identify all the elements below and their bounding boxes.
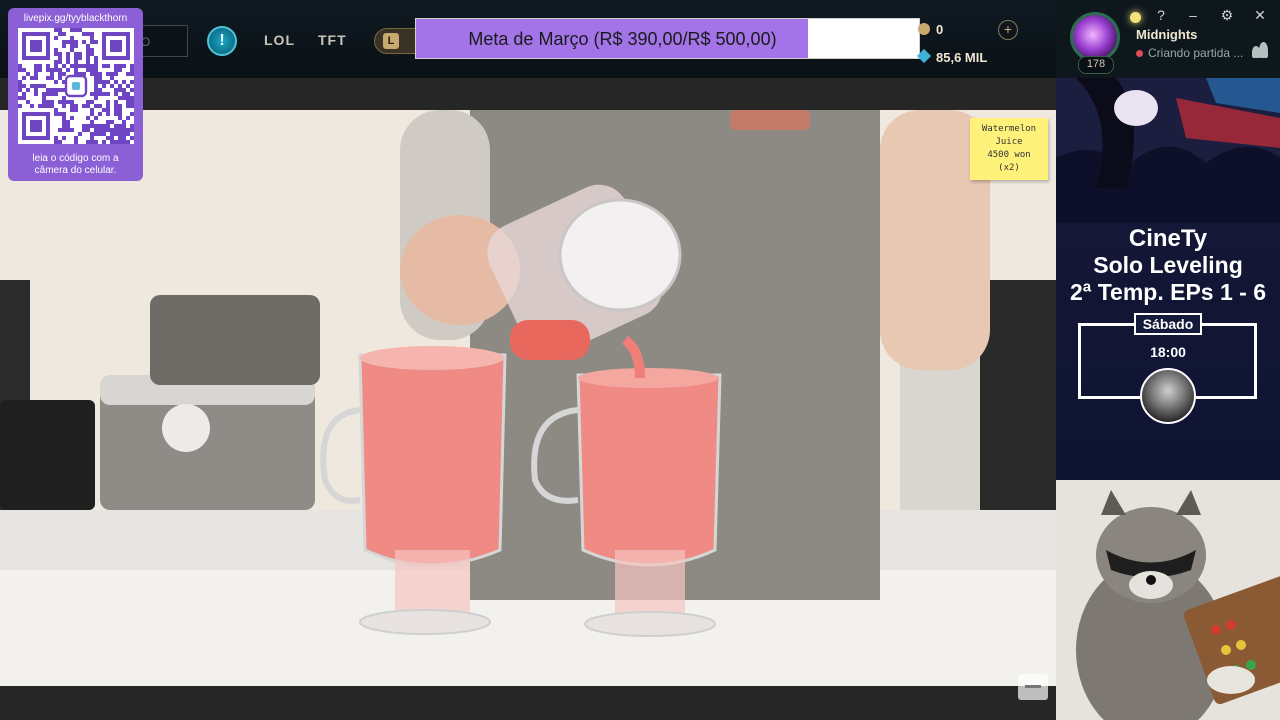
donation-goal-bar: Meta de Março (R$ 390,00/R$ 500,00) [415,18,920,59]
schedule-day: Sábado [1134,313,1202,335]
note-line: Watermelon [981,124,1037,134]
promo-show: Solo Leveling [1093,252,1243,278]
video-frame [0,110,1056,686]
avatar[interactable] [1070,12,1120,62]
blue-essence-icon [916,48,932,64]
status-text: Criando partida ... [1136,46,1243,60]
minimize-icon[interactable]: – [1185,7,1201,23]
nav-tab-lol[interactable]: LOL [264,32,295,48]
promo-title: CineTy Solo Leveling 2ª Temp. EPs 1 - 6 [1056,225,1280,306]
host-avatar [1140,368,1196,424]
anime-artwork [1056,78,1280,223]
riot-points[interactable]: 0 [918,22,943,37]
qr-code [18,28,134,144]
close-icon[interactable]: ✕ [1252,7,1268,24]
promo-episodes: 2ª Temp. EPs 1 - 6 [1070,279,1266,305]
settings-icon[interactable]: ⚙ [1219,7,1235,24]
stream-video [0,78,1056,720]
goal-label: Meta de Março (R$ 390,00/R$ 500,00) [468,29,777,49]
profile-panel: 178 Midnights Criando partida ... ? – ⚙ … [1056,0,1280,79]
status-dot [1136,50,1143,57]
stream-schedule-promo: CineTy Solo Leveling 2ª Temp. EPs 1 - 6 … [1056,78,1280,480]
note-line: Juice [995,137,1023,147]
friends-icon[interactable] [1252,42,1268,58]
riot-points-icon [918,23,930,35]
league-icon: L [383,33,399,49]
note-line: 4500 won [987,150,1031,160]
promo-brand: CineTy [1128,225,1208,252]
schedule-time: 18:00 [1150,344,1186,360]
riot-points-value: 0 [936,22,944,37]
qr-hint: leia o código com a câmera do celular. [32,153,119,176]
summoner-level: 178 [1078,56,1114,74]
price-sticky-note: Watermelon Juice 4500 won (x2) [970,118,1048,180]
donation-url: livepix.gg/tyyblackthorn [23,13,128,24]
help-icon[interactable]: ? [1153,7,1169,23]
lightbulb-icon [1130,12,1141,23]
note-line: (x2) [998,163,1020,173]
summoner-name[interactable]: Midnights [1136,27,1197,42]
status-label: Criando partida ... [1148,46,1244,60]
cafe-scene [0,110,1056,686]
donation-qr-card: livepix.gg/tyyblackthorn leia o código c… [8,8,143,181]
blue-essence-value: 85,6 MIL [936,50,988,65]
player-overlay-button[interactable] [1018,674,1048,700]
info-icon[interactable]: ! [207,26,237,56]
blue-essence: 85,6 MIL [916,48,988,65]
nav-tab-tft[interactable]: TFT [318,32,347,48]
raccoon-gif [1056,480,1280,720]
buy-rp-button[interactable]: + [998,20,1018,40]
currency-panel: 0 + 85,6 MIL [916,18,1018,78]
